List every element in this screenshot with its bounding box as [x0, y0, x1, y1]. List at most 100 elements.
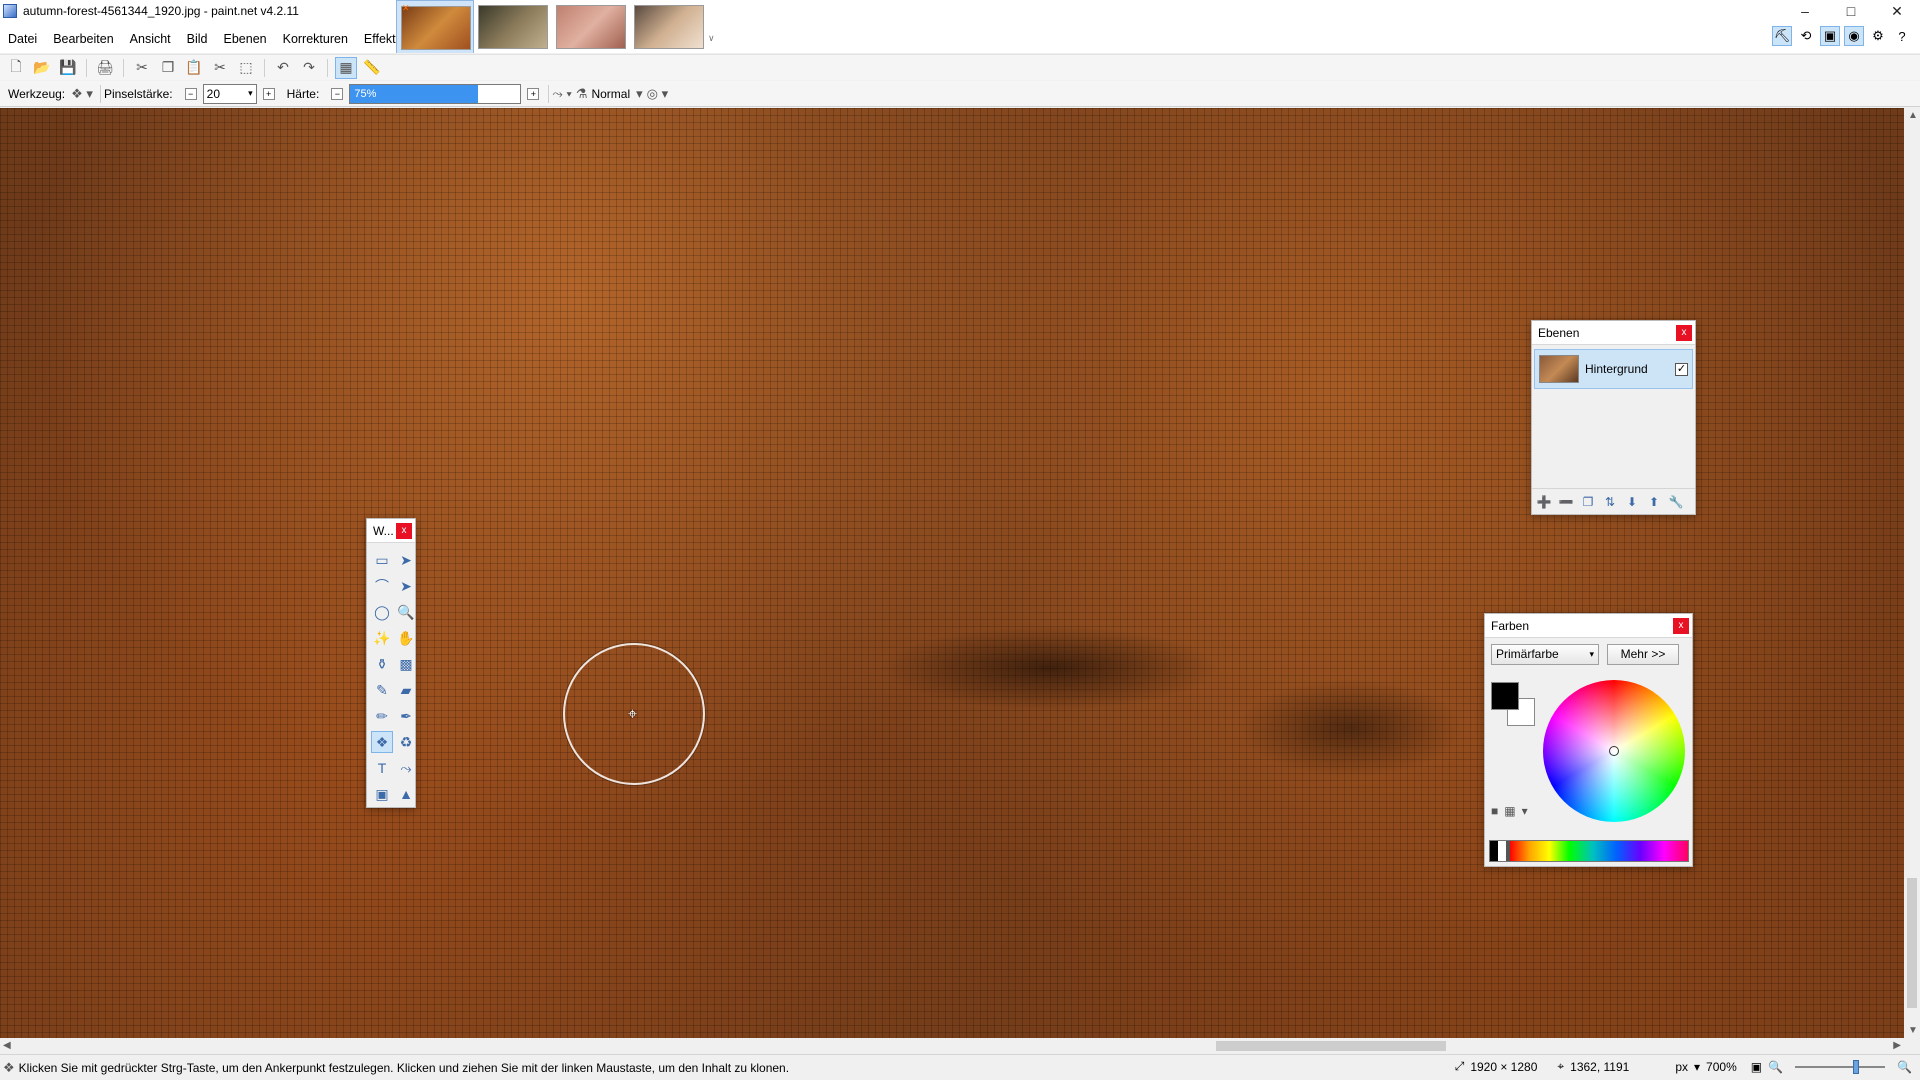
tools-panel-toggle-icon[interactable]: ⛏	[1772, 26, 1792, 46]
minimize-button[interactable]: –	[1782, 0, 1828, 22]
deselect-icon[interactable]: ⬚	[235, 57, 257, 79]
palette-menu-icon[interactable]: ▦	[1504, 804, 1515, 818]
color-palette[interactable]	[1489, 840, 1689, 862]
shapes-icon[interactable]: ▣	[371, 783, 393, 805]
grid-icon[interactable]: ▦	[335, 56, 357, 79]
line-curve-icon[interactable]: ⤳	[395, 757, 417, 779]
tools-window-title[interactable]: W... x	[367, 519, 415, 543]
close-icon[interactable]: x	[1676, 325, 1692, 341]
antialiasing-icon[interactable]: ⤳ ▾	[552, 86, 571, 102]
layer-visibility-checkbox[interactable]: ✓	[1675, 363, 1688, 376]
sampling-icon[interactable]: ◎ ▾	[647, 86, 668, 102]
brush-size-combobox[interactable]: 20 ▾	[202, 83, 257, 104]
menu-datei[interactable]: Datei	[0, 30, 45, 50]
image-canvas[interactable]: ⌖	[0, 108, 1904, 1038]
shape-extra-icon[interactable]: ▲	[395, 783, 417, 805]
chevron-down-icon[interactable]: ▾	[1694, 1060, 1700, 1074]
unit-select[interactable]: px	[1675, 1060, 1688, 1074]
pencil-icon[interactable]: ✏	[371, 705, 393, 727]
color-target-select[interactable]: Primärfarbe ▾	[1491, 644, 1599, 665]
new-file-icon[interactable]: 🗋	[5, 57, 27, 79]
tab-list-dropdown-icon[interactable]: ∨	[708, 33, 715, 44]
scroll-up-icon[interactable]: ▲	[1908, 110, 1918, 121]
text-icon[interactable]: T	[371, 757, 393, 779]
colors-panel-toggle-icon[interactable]: ◉	[1844, 26, 1864, 46]
zoom-level[interactable]: 700%	[1706, 1060, 1737, 1074]
scroll-left-icon[interactable]: ◀	[3, 1040, 11, 1051]
vertical-scrollbar[interactable]: ▲ ▼	[1904, 108, 1920, 1038]
close-button[interactable]: ✕	[1874, 0, 1920, 22]
merge-layer-icon[interactable]: ⇅	[1602, 494, 1618, 510]
vertical-scroll-thumb[interactable]	[1907, 878, 1917, 1008]
settings-gear-icon[interactable]: ⚙	[1868, 26, 1888, 46]
horizontal-scrollbar[interactable]: ◀ ▶	[0, 1038, 1904, 1054]
rectangle-select-icon[interactable]: ▭	[371, 549, 393, 571]
layers-window-title[interactable]: Ebenen x	[1532, 321, 1695, 345]
copy-icon[interactable]: ❐	[157, 57, 179, 79]
menu-ansicht[interactable]: Ansicht	[122, 30, 179, 50]
zoom-slider-knob[interactable]	[1853, 1059, 1860, 1074]
document-tab-2[interactable]	[474, 0, 552, 53]
colors-window-title[interactable]: Farben x	[1485, 614, 1692, 638]
zoom-in-icon[interactable]: 🔍	[1897, 1060, 1912, 1074]
paintnet-app-icon[interactable]	[3, 4, 17, 18]
scroll-right-icon[interactable]: ▶	[1893, 1040, 1901, 1051]
delete-layer-icon[interactable]: ➖	[1558, 494, 1574, 510]
chevron-down-icon[interactable]: ▾	[1522, 804, 1528, 818]
zoom-slider[interactable]	[1795, 1059, 1886, 1074]
brush-size-increase-button[interactable]: +	[262, 87, 275, 100]
layer-row[interactable]: Hintergrund ✓	[1534, 349, 1693, 389]
more-button[interactable]: Mehr >>	[1607, 644, 1679, 665]
close-icon[interactable]: x	[396, 523, 412, 539]
close-tab-icon[interactable]: ✕	[402, 3, 410, 14]
clone-stamp-icon[interactable]: ❖	[371, 731, 393, 753]
ruler-icon[interactable]: 📏	[361, 57, 383, 79]
ellipse-select-icon[interactable]: ◯	[371, 601, 393, 623]
clone-stamp-tool-dropdown-icon[interactable]: ❖ ▾	[71, 86, 93, 102]
history-panel-toggle-icon[interactable]: ⟲	[1796, 26, 1816, 46]
paint-bucket-icon[interactable]: ⚱	[371, 653, 393, 675]
menu-bearbeiten[interactable]: Bearbeiten	[45, 30, 121, 50]
undo-icon[interactable]: ↶	[272, 57, 294, 79]
document-tab-autumn-forest[interactable]: ✕	[396, 0, 474, 53]
cut-icon[interactable]: ✂	[131, 57, 153, 79]
print-icon[interactable]: 🖨	[94, 57, 116, 79]
zoom-icon[interactable]: 🔍	[395, 601, 417, 623]
duplicate-layer-icon[interactable]: ❐	[1580, 494, 1596, 510]
paste-icon[interactable]: 📋	[183, 57, 205, 79]
add-layer-icon[interactable]: ➕	[1536, 494, 1552, 510]
lasso-select-icon[interactable]: ⌒	[371, 575, 393, 597]
recolor-icon[interactable]: ♻	[395, 731, 417, 753]
hardness-decrease-button[interactable]: −	[331, 87, 344, 100]
document-tab-3[interactable]	[552, 0, 630, 53]
gradient-icon[interactable]: ▩	[395, 653, 417, 675]
move-layer-down-icon[interactable]: ⬇	[1624, 494, 1640, 510]
move-selected-icon[interactable]: ➤	[395, 575, 417, 597]
blend-mode-select[interactable]: Normal	[591, 87, 630, 101]
move-selection-icon[interactable]: ➤	[395, 549, 417, 571]
color-wheel-marker[interactable]	[1609, 746, 1619, 756]
move-layer-up-icon[interactable]: ⬆	[1646, 494, 1662, 510]
magic-wand-icon[interactable]: ✨	[371, 627, 393, 649]
paintbrush-icon[interactable]: ✎	[371, 679, 393, 701]
zoom-out-icon[interactable]: 🔍	[1768, 1060, 1783, 1074]
maximize-button[interactable]: □	[1828, 0, 1874, 22]
menu-bild[interactable]: Bild	[179, 30, 216, 50]
redo-icon[interactable]: ↷	[298, 57, 320, 79]
zoom-to-window-icon[interactable]: ▣	[1751, 1060, 1762, 1074]
horizontal-scroll-thumb[interactable]	[1216, 1041, 1446, 1051]
eraser-icon[interactable]: ▰	[395, 679, 417, 701]
menu-korrekturen[interactable]: Korrekturen	[275, 30, 356, 50]
crop-icon[interactable]: ✂	[209, 57, 231, 79]
brush-size-decrease-button[interactable]: −	[184, 87, 197, 100]
pan-icon[interactable]: ✋	[395, 627, 417, 649]
open-file-icon[interactable]: 📂	[31, 57, 53, 79]
scroll-down-icon[interactable]: ▼	[1908, 1025, 1918, 1036]
chevron-down-icon[interactable]: ▾	[636, 86, 643, 102]
menu-ebenen[interactable]: Ebenen	[216, 30, 275, 50]
save-icon[interactable]: 💾	[57, 57, 79, 79]
help-icon[interactable]: ?	[1892, 26, 1912, 46]
layers-panel-toggle-icon[interactable]: ▣	[1820, 26, 1840, 46]
swap-colors-icon[interactable]: ■	[1491, 804, 1498, 818]
color-wheel[interactable]	[1543, 680, 1685, 822]
